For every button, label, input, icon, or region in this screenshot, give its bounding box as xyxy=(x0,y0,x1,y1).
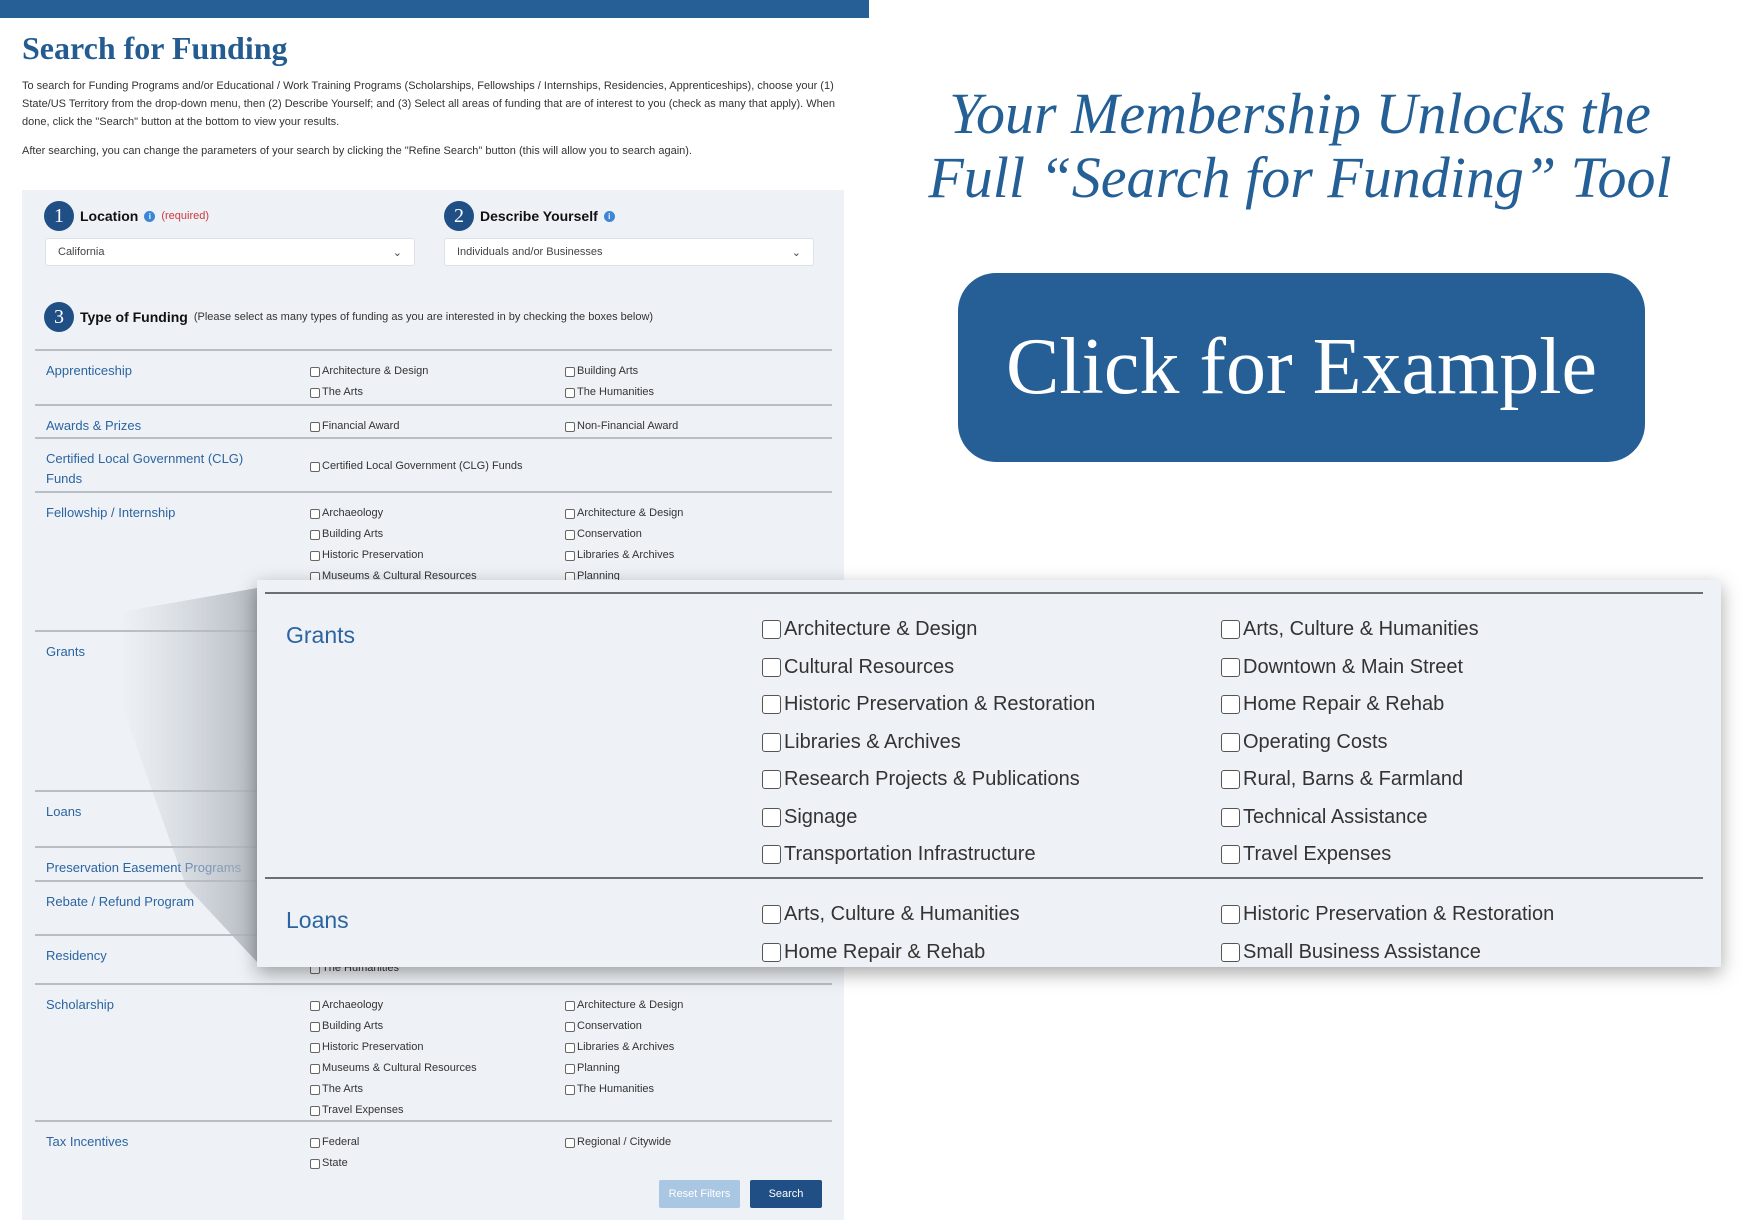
checkbox[interactable] xyxy=(1221,732,1240,752)
checkbox-label: Travel Expenses xyxy=(1243,843,1392,865)
checkbox-label: Arts, Culture & Humanities xyxy=(1243,618,1479,640)
checkbox[interactable] xyxy=(1221,620,1240,639)
checkbox-small-business-assistance[interactable]: Small Business Assistance xyxy=(1221,941,1481,964)
checkbox-architecture-design[interactable]: Architecture & Design xyxy=(762,618,977,641)
checkbox[interactable] xyxy=(1221,770,1240,789)
checkbox[interactable] xyxy=(1221,657,1240,677)
checkbox-signage[interactable]: Signage xyxy=(762,806,857,829)
checkbox[interactable] xyxy=(762,942,781,962)
checkbox-travel-expenses[interactable]: Travel Expenses xyxy=(1221,843,1391,866)
checkbox-label: Operating Costs xyxy=(1243,730,1388,753)
checkbox-home-repair-rehab[interactable]: Home Repair & Rehab xyxy=(762,941,985,964)
checkbox-label: Signage xyxy=(784,805,858,828)
checkbox-label: Libraries & Archives xyxy=(784,730,961,753)
section-divider xyxy=(265,592,1703,594)
checkbox-historic-preservation-restoration[interactable]: Historic Preservation & Restoration xyxy=(1221,903,1554,926)
checkbox-label: Historic Preservation & Restoration xyxy=(1243,903,1555,925)
checkbox-label: Downtown & Main Street xyxy=(1243,655,1464,678)
checkbox-label: Cultural Resources xyxy=(784,655,955,678)
checkbox-label: Home Repair & Rehab xyxy=(784,940,986,963)
section-divider xyxy=(265,877,1703,879)
zoom-section-label[interactable]: Grants xyxy=(286,622,355,649)
click-for-example-button[interactable]: Click for Example xyxy=(958,273,1645,462)
checkbox[interactable] xyxy=(762,845,781,864)
checkbox[interactable] xyxy=(762,620,781,639)
checkbox-cultural-resources[interactable]: Cultural Resources xyxy=(762,656,954,679)
checkbox[interactable] xyxy=(1221,845,1240,864)
headline-line-1: Your Membership Unlocks the xyxy=(949,81,1651,146)
checkbox[interactable] xyxy=(762,657,781,677)
checkbox-rural-barns-farmland[interactable]: Rural, Barns & Farmland xyxy=(1221,768,1463,791)
checkbox-label: Research Projects & Publications xyxy=(784,768,1080,790)
checkbox-label: Architecture & Design xyxy=(784,618,978,640)
checkbox[interactable] xyxy=(1221,807,1240,827)
zoomed-funding-detail: Grants Architecture & Design Cultural Reso… xyxy=(257,580,1721,967)
checkbox-downtown-main-street[interactable]: Downtown & Main Street xyxy=(1221,656,1463,679)
checkbox-historic-preservation-restoration[interactable]: Historic Preservation & Restoration xyxy=(762,693,1095,716)
checkbox-libraries-archives[interactable]: Libraries & Archives xyxy=(762,731,961,754)
headline-line-2: Full “Search for Funding” Tool xyxy=(928,145,1672,210)
checkbox-arts-culture-humanities[interactable]: Arts, Culture & Humanities xyxy=(762,903,1020,926)
promo-headline: Your Membership Unlocks the Full “Search… xyxy=(900,82,1700,210)
checkbox[interactable] xyxy=(762,770,781,789)
checkbox-home-repair-rehab[interactable]: Home Repair & Rehab xyxy=(1221,693,1444,716)
checkbox-label: Transportation Infrastructure xyxy=(784,843,1036,865)
checkbox[interactable] xyxy=(762,695,781,714)
checkbox[interactable] xyxy=(762,732,781,752)
checkbox-research-projects-publications[interactable]: Research Projects & Publications xyxy=(762,768,1080,791)
checkbox[interactable] xyxy=(762,807,781,827)
checkbox-label: Small Business Assistance xyxy=(1243,940,1481,963)
checkbox-label: Historic Preservation & Restoration xyxy=(784,693,1096,715)
checkbox-label: Technical Assistance xyxy=(1243,805,1428,828)
checkbox-label: Arts, Culture & Humanities xyxy=(784,903,1020,925)
checkbox[interactable] xyxy=(762,905,781,924)
checkbox[interactable] xyxy=(1221,695,1240,714)
checkbox-label: Rural, Barns & Farmland xyxy=(1243,768,1464,790)
checkbox[interactable] xyxy=(1221,905,1240,924)
checkbox-arts-culture-humanities[interactable]: Arts, Culture & Humanities xyxy=(1221,618,1479,641)
checkbox-technical-assistance[interactable]: Technical Assistance xyxy=(1221,806,1428,829)
checkbox-operating-costs[interactable]: Operating Costs xyxy=(1221,731,1388,754)
checkbox-transportation-infrastructure[interactable]: Transportation Infrastructure xyxy=(762,843,1036,866)
checkbox[interactable] xyxy=(1221,942,1240,962)
zoom-section-label[interactable]: Loans xyxy=(286,907,349,934)
checkbox-label: Home Repair & Rehab xyxy=(1243,693,1445,715)
